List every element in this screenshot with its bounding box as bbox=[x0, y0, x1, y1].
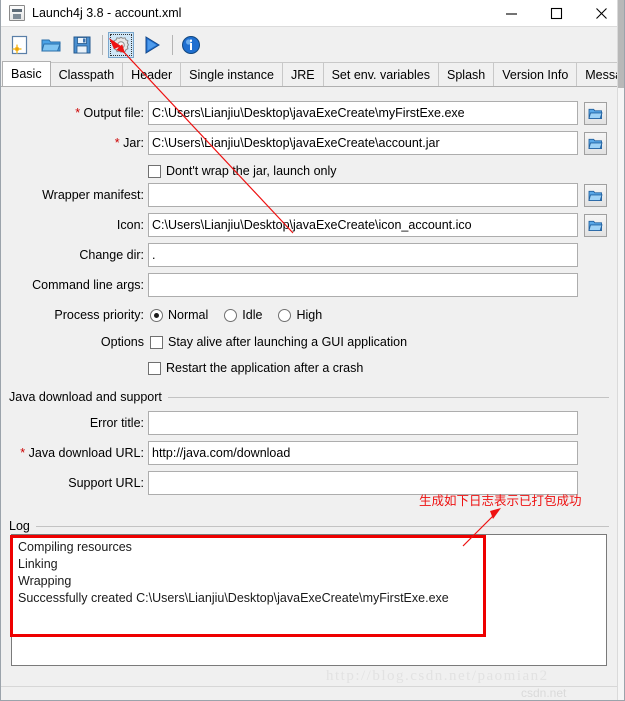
basic-tab-panel: * Output file: C:\Users\Lianjiu\Desktop\… bbox=[1, 87, 616, 512]
wrapper-manifest-row: Wrapper manifest: bbox=[1, 183, 607, 207]
window-scrollbar[interactable] bbox=[617, 0, 624, 700]
window-controls bbox=[489, 0, 624, 27]
dont-wrap-label: Dont't wrap the jar, launch only bbox=[166, 164, 337, 178]
process-priority-idle-label: Idle bbox=[242, 308, 263, 322]
process-priority-high-option[interactable]: High bbox=[278, 308, 322, 322]
dont-wrap-row[interactable]: Dont't wrap the jar, launch only bbox=[148, 159, 337, 183]
output-file-label: * Output file: bbox=[75, 106, 144, 120]
process-priority-normal-option[interactable]: Normal bbox=[150, 308, 208, 322]
wrapper-manifest-input[interactable] bbox=[148, 183, 578, 207]
icon-input[interactable]: C:\Users\Lianjiu\Desktop\javaExeCreate\i… bbox=[148, 213, 578, 237]
about-button[interactable] bbox=[178, 32, 204, 58]
icon-row: Icon: C:\Users\Lianjiu\Desktop\javaExeCr… bbox=[1, 213, 607, 237]
maximize-button[interactable] bbox=[534, 0, 579, 27]
process-priority-high-label: High bbox=[296, 308, 323, 322]
command-line-args-input[interactable] bbox=[148, 273, 578, 297]
jar-row: * Jar: C:\Users\Lianjiu\Desktop\javaExeC… bbox=[1, 131, 607, 155]
tab-header[interactable]: Header bbox=[122, 62, 182, 86]
build-wrapper-button[interactable] bbox=[108, 31, 134, 58]
change-dir-row: Change dir: . bbox=[1, 243, 607, 267]
tab-set-env-variables[interactable]: Set env. variables bbox=[322, 62, 440, 86]
output-file-row: * Output file: C:\Users\Lianjiu\Desktop\… bbox=[1, 101, 607, 125]
error-title-row: Error title: bbox=[1, 411, 607, 435]
log-line: Successfully created C:\Users\Lianjiu\De… bbox=[18, 591, 449, 605]
save-config-button[interactable] bbox=[69, 32, 95, 58]
change-dir-label: Change dir: bbox=[79, 248, 144, 262]
stay-alive-checkbox[interactable] bbox=[150, 335, 163, 349]
options-stay-alive-row: Options Stay alive after launching a GUI… bbox=[1, 330, 407, 354]
open-config-button[interactable] bbox=[38, 32, 64, 58]
tab-splash[interactable]: Splash bbox=[438, 62, 495, 86]
jar-label: * Jar: bbox=[114, 136, 144, 150]
restart-after-crash-label: Restart the application after a crash bbox=[166, 361, 364, 375]
jar-input[interactable]: C:\Users\Lianjiu\Desktop\javaExeCreate\a… bbox=[148, 131, 578, 155]
log-group-header: Log bbox=[9, 519, 609, 533]
minimize-button[interactable] bbox=[489, 0, 534, 27]
process-priority-idle-option[interactable]: Idle bbox=[224, 308, 262, 322]
tab-jre[interactable]: JRE bbox=[281, 62, 324, 86]
process-priority-normal-label: Normal bbox=[168, 308, 209, 322]
log-line: Wrapping bbox=[18, 574, 72, 588]
new-config-button[interactable] bbox=[7, 32, 33, 58]
launch4j-window: Launch4j 3.8 - account.xml Basic Classpa… bbox=[0, 0, 625, 701]
command-line-args-label: Command line args: bbox=[32, 278, 144, 292]
log-line: Compiling resources bbox=[18, 540, 132, 554]
options-restart-row[interactable]: Restart the application after a crash bbox=[148, 356, 363, 380]
tab-bar: Basic Classpath Header Single instance J… bbox=[1, 61, 624, 87]
stay-alive-label: Stay alive after launching a GUI applica… bbox=[168, 335, 408, 349]
window-scrollbar-thumb[interactable] bbox=[618, 0, 624, 88]
process-priority-high-radio[interactable] bbox=[278, 308, 292, 322]
error-title-label: Error title: bbox=[89, 416, 144, 430]
test-wrapper-button[interactable] bbox=[139, 32, 165, 58]
output-file-browse-button[interactable] bbox=[584, 101, 607, 125]
java-download-url-input[interactable]: http://java.com/download bbox=[148, 441, 578, 465]
command-line-args-row: Command line args: bbox=[1, 273, 607, 297]
support-url-label: Support URL: bbox=[68, 476, 144, 490]
process-priority-label: Process priority: bbox=[54, 308, 144, 322]
stay-alive-option[interactable]: Stay alive after launching a GUI applica… bbox=[150, 335, 407, 349]
java-file-icon bbox=[9, 5, 25, 21]
log-line: Linking bbox=[18, 557, 58, 571]
process-priority-idle-radio[interactable] bbox=[224, 308, 238, 322]
tab-version-info[interactable]: Version Info bbox=[493, 62, 578, 86]
title-bar: Launch4j 3.8 - account.xml bbox=[1, 0, 624, 27]
log-group-divider bbox=[35, 525, 609, 527]
log-output[interactable]: Compiling resources Linking Wrapping Suc… bbox=[11, 534, 607, 666]
required-marker: * bbox=[20, 446, 26, 460]
java-download-support-title: Java download and support bbox=[9, 390, 162, 404]
watermark-url: http://blog.csdn.net/paomian2 bbox=[326, 668, 549, 684]
tab-classpath[interactable]: Classpath bbox=[49, 62, 124, 86]
java-download-support-group: Java download and support bbox=[9, 390, 609, 404]
group-divider bbox=[167, 396, 609, 398]
toolbar bbox=[1, 27, 624, 62]
wrapper-manifest-browse-button[interactable] bbox=[584, 183, 607, 207]
java-download-url-label: * Java download URL: bbox=[20, 446, 144, 460]
process-priority-normal-radio[interactable] bbox=[150, 308, 163, 322]
log-group-title: Log bbox=[9, 519, 30, 533]
process-priority-row: Process priority: Normal Idle High bbox=[1, 303, 322, 327]
icon-browse-button[interactable] bbox=[584, 213, 607, 237]
required-marker: * bbox=[75, 106, 81, 120]
watermark-corner: csdn.net bbox=[521, 686, 567, 700]
toolbar-separator-1 bbox=[102, 34, 103, 55]
tab-basic[interactable]: Basic bbox=[2, 61, 51, 86]
java-download-url-row: * Java download URL: http://java.com/dow… bbox=[1, 441, 607, 465]
required-marker: * bbox=[114, 136, 120, 150]
wrapper-manifest-label: Wrapper manifest: bbox=[42, 188, 144, 202]
jar-browse-button[interactable] bbox=[584, 131, 607, 155]
change-dir-input[interactable]: . bbox=[148, 243, 578, 267]
tab-single-instance[interactable]: Single instance bbox=[180, 62, 283, 86]
annotation-note: 生成如下日志表示已打包成功 bbox=[419, 494, 582, 508]
restart-after-crash-checkbox[interactable] bbox=[148, 361, 161, 375]
icon-label: Icon: bbox=[116, 218, 144, 232]
error-title-input[interactable] bbox=[148, 411, 578, 435]
output-file-input[interactable]: C:\Users\Lianjiu\Desktop\javaExeCreate\m… bbox=[148, 101, 578, 125]
window-title: Launch4j 3.8 - account.xml bbox=[32, 6, 182, 20]
options-label: Options bbox=[100, 335, 144, 349]
toolbar-separator-2 bbox=[172, 34, 173, 55]
dont-wrap-checkbox[interactable] bbox=[148, 164, 161, 178]
